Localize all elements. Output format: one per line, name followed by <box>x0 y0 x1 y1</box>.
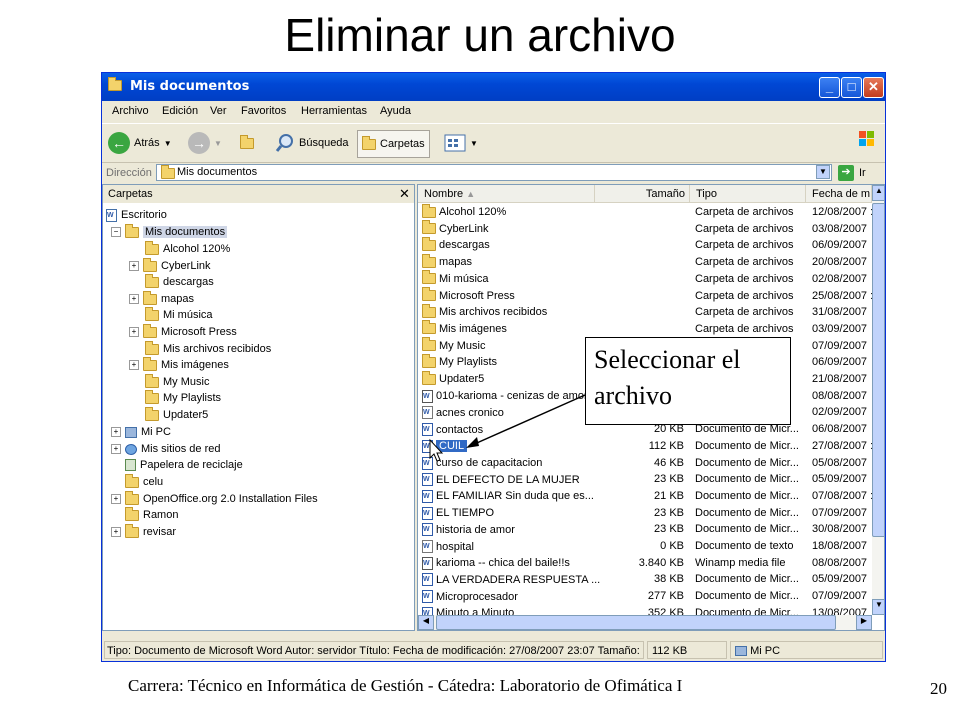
slide-footer: Carrera: Técnico en Informática de Gesti… <box>128 676 683 695</box>
callout-box: Seleccionar el archivo <box>585 337 791 425</box>
callout-arrow <box>429 394 586 462</box>
page-number: 20 <box>930 679 947 698</box>
